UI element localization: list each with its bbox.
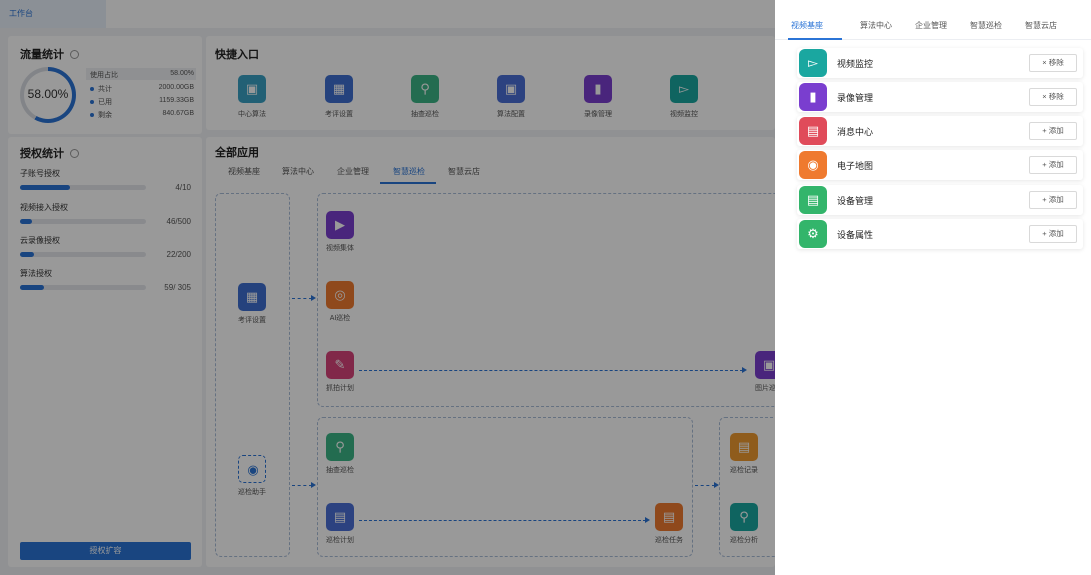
map-pin-icon: ◉ [799, 151, 827, 179]
drawer-item: ⚙ 设备属性 + 添加 [797, 219, 1083, 249]
remove-button[interactable]: × 移除 [1029, 88, 1077, 106]
drawer-item-name: 录像管理 [837, 93, 874, 103]
drawer-item-name: 消息中心 [837, 127, 874, 137]
drawer-tab-active[interactable]: 视频基座 [791, 20, 823, 31]
drawer-item: ▤ 消息中心 + 添加 [797, 116, 1083, 146]
drawer-tabs: 视频基座 算法中心 企业管理 智慧巡检 智慧云店 [775, 0, 1091, 40]
drawer-tab[interactable]: 算法中心 [860, 20, 892, 31]
drawer-item: ▻ 视频监控 × 移除 [797, 48, 1083, 78]
drawer-tab-underline [788, 38, 842, 40]
message-icon: ▤ [799, 117, 827, 145]
drawer-item-name: 视频监控 [837, 59, 874, 69]
record-icon: ▮ [799, 83, 827, 111]
remove-button[interactable]: × 移除 [1029, 54, 1077, 72]
drawer-item-name: 设备属性 [837, 230, 874, 240]
add-button[interactable]: + 添加 [1029, 156, 1077, 174]
camera-icon: ▻ [799, 49, 827, 77]
drawer-item-name: 电子地图 [837, 161, 874, 171]
add-button[interactable]: + 添加 [1029, 191, 1077, 209]
drawer-tab[interactable]: 智慧云店 [1025, 20, 1057, 31]
quick-entry-drawer: 视频基座 算法中心 企业管理 智慧巡检 智慧云店 ▻ 视频监控 × 移除 ▮ 录… [775, 0, 1091, 575]
drawer-tab[interactable]: 智慧巡检 [970, 20, 1002, 31]
drawer-item: ▤ 设备管理 + 添加 [797, 185, 1083, 215]
drawer-item: ▮ 录像管理 × 移除 [797, 82, 1083, 112]
drawer-item-name: 设备管理 [837, 196, 874, 206]
device-icon: ▤ [799, 186, 827, 214]
device-settings-icon: ⚙ [799, 220, 827, 248]
add-button[interactable]: + 添加 [1029, 122, 1077, 140]
drawer-item: ◉ 电子地图 + 添加 [797, 150, 1083, 180]
drawer-tab[interactable]: 企业管理 [915, 20, 947, 31]
modal-overlay[interactable] [0, 0, 775, 575]
add-button[interactable]: + 添加 [1029, 225, 1077, 243]
